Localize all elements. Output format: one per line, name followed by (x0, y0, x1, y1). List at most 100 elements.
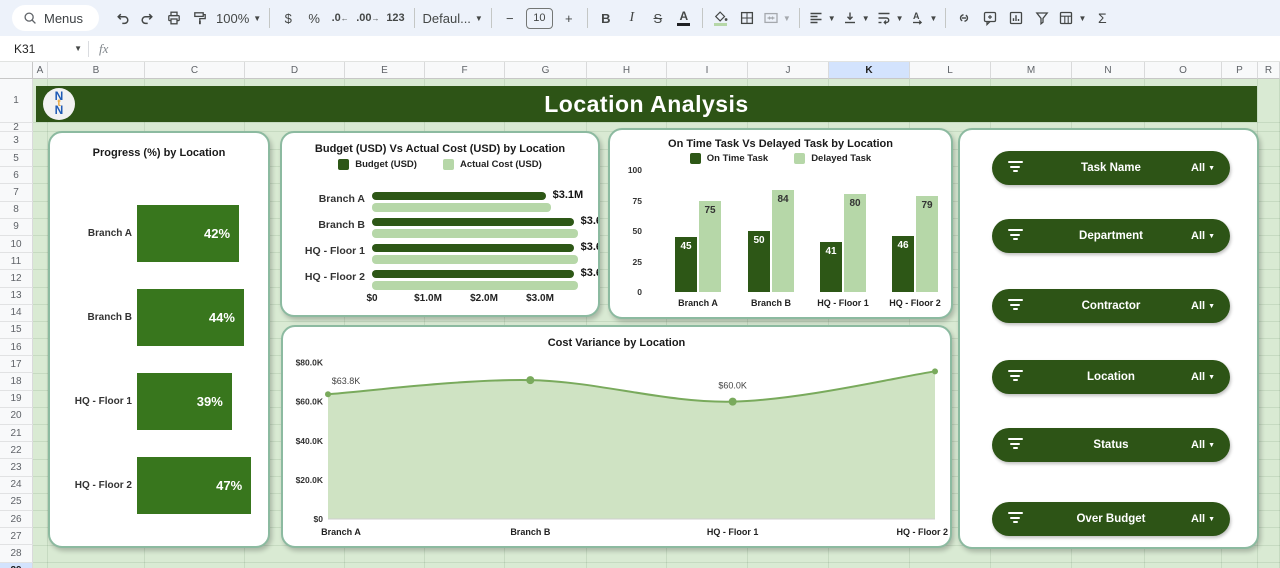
functions-button[interactable]: Σ (1089, 5, 1115, 31)
column-header-F[interactable]: F (425, 62, 505, 79)
filter-over-budget[interactable]: Over Budget All ▼ (992, 502, 1230, 536)
row-header-22[interactable]: 22 (0, 442, 33, 460)
filter-value-dropdown[interactable]: All ▼ (1191, 428, 1215, 462)
undo-button[interactable] (109, 5, 135, 31)
column-header-A[interactable]: A (33, 62, 48, 79)
text-rotation-button[interactable]: A ▼ (907, 5, 941, 31)
row-header-27[interactable]: 27 (0, 528, 33, 546)
progress-chart-card[interactable]: Progress (%) by Location Branch A 42% Bran… (48, 131, 270, 548)
bold-button[interactable]: B (593, 5, 619, 31)
filter-value-dropdown[interactable]: All ▼ (1191, 289, 1215, 323)
row-header-5[interactable]: 5 (0, 150, 33, 168)
column-header-E[interactable]: E (345, 62, 425, 79)
column-header-M[interactable]: M (991, 62, 1072, 79)
column-header-B[interactable]: B (48, 62, 145, 79)
row-header-18[interactable]: 18 (0, 373, 33, 391)
row-header-11[interactable]: 11 (0, 253, 33, 271)
filter-location[interactable]: Location All ▼ (992, 360, 1230, 394)
column-header-G[interactable]: G (505, 62, 587, 79)
column-header-K[interactable]: K (829, 62, 910, 79)
column-header-O[interactable]: O (1145, 62, 1222, 79)
paint-format-button[interactable] (187, 5, 213, 31)
font-selector[interactable]: Defaul... ▼ (420, 5, 486, 31)
insert-link-button[interactable] (951, 5, 977, 31)
select-all-corner[interactable] (0, 62, 33, 79)
row-header-6[interactable]: 6 (0, 167, 33, 185)
filter-value-dropdown[interactable]: All ▼ (1191, 151, 1215, 185)
column-header-C[interactable]: C (145, 62, 245, 79)
insert-chart-button[interactable] (1003, 5, 1029, 31)
currency-format-button[interactable]: $ (275, 5, 301, 31)
row-header-15[interactable]: 15 (0, 321, 33, 340)
row-header-19[interactable]: 19 (0, 390, 33, 408)
filter-task-name[interactable]: Task Name All ▼ (992, 151, 1230, 185)
filter-value-dropdown[interactable]: All ▼ (1191, 502, 1215, 536)
row-header-26[interactable]: 26 (0, 510, 33, 529)
decrease-font-size-button[interactable]: − (497, 5, 523, 31)
redo-button[interactable] (135, 5, 161, 31)
row-header-2[interactable]: 2 (0, 123, 33, 132)
font-size-input[interactable]: 10 (525, 7, 553, 29)
filter-contractor[interactable]: Contractor All ▼ (992, 289, 1230, 323)
row-header-21[interactable]: 21 (0, 425, 33, 443)
row-header-17[interactable]: 17 (0, 356, 33, 374)
row-header-20[interactable]: 20 (0, 407, 33, 425)
column-header-J[interactable]: J (748, 62, 829, 79)
borders-button[interactable] (734, 5, 760, 31)
increase-decimal-button[interactable]: .00→ (353, 5, 382, 31)
vertical-align-button[interactable]: ▼ (839, 5, 873, 31)
row-header-3[interactable]: 3 (0, 132, 33, 150)
tasks-chart-card[interactable]: On Time Task Vs Delayed Task by Location… (608, 128, 953, 319)
filter-value-dropdown[interactable]: All ▼ (1191, 219, 1215, 253)
table-tools-button[interactable]: ▼ (1055, 5, 1089, 31)
row-header-1[interactable]: 1 (0, 79, 33, 123)
insert-comment-button[interactable] (977, 5, 1003, 31)
row-header-8[interactable]: 8 (0, 201, 33, 219)
chevron-down-icon: ▼ (253, 13, 262, 23)
row-header-9[interactable]: 9 (0, 218, 33, 236)
percent-format-button[interactable]: % (301, 5, 327, 31)
svg-text:$0: $0 (314, 514, 324, 524)
fill-color-button[interactable] (708, 5, 734, 31)
filter-department[interactable]: Department All ▼ (992, 219, 1230, 253)
row-header-7[interactable]: 7 (0, 184, 33, 202)
svg-text:A: A (913, 11, 920, 21)
print-button[interactable] (161, 5, 187, 31)
zoom-control[interactable]: 100% ▼ (213, 5, 264, 31)
strikethrough-button[interactable]: S (645, 5, 671, 31)
more-formats-button[interactable]: 123 (383, 5, 409, 31)
row-header-25[interactable]: 25 (0, 493, 33, 511)
row-header-29[interactable]: 29 (0, 562, 33, 568)
row-header-12[interactable]: 12 (0, 270, 33, 288)
italic-button[interactable]: I (619, 5, 645, 31)
row-header-13[interactable]: 13 (0, 287, 33, 305)
column-header-P[interactable]: P (1222, 62, 1258, 79)
row-headers: 1 2 3 5 6 7 8 9 10 11 12 13 14 15 16 17 18 19 20 21 22 23 24 25… (0, 79, 33, 568)
create-filter-button[interactable] (1029, 5, 1055, 31)
column-header-D[interactable]: D (245, 62, 345, 79)
row-header-14[interactable]: 14 (0, 304, 33, 322)
column-header-R[interactable]: R (1258, 62, 1280, 79)
row-header-10[interactable]: 10 (0, 235, 33, 254)
decrease-decimal-button[interactable]: .0← (327, 5, 353, 31)
column-header-N[interactable]: N (1072, 62, 1145, 79)
text-color-button[interactable]: A (671, 5, 697, 31)
column-header-L[interactable]: L (910, 62, 991, 79)
column-header-H[interactable]: H (587, 62, 667, 79)
filter-status[interactable]: Status All ▼ (992, 428, 1230, 462)
horizontal-align-button[interactable]: ▼ (805, 5, 839, 31)
increase-font-size-button[interactable]: + (556, 5, 582, 31)
row-header-16[interactable]: 16 (0, 339, 33, 357)
budget-chart-card[interactable]: Budget (USD) Vs Actual Cost (USD) by Loc… (280, 131, 600, 317)
row-header-23[interactable]: 23 (0, 459, 33, 477)
text-wrap-button[interactable]: ▼ (873, 5, 907, 31)
legend-item-on-time-task: On Time Task (689, 153, 768, 164)
variance-chart-card[interactable]: Cost Variance by Location $0 $20.0K $40.0K… (281, 325, 952, 548)
name-box[interactable]: K31 ▼ (0, 36, 82, 61)
filter-value-dropdown[interactable]: All ▼ (1191, 360, 1215, 394)
row-header-28[interactable]: 28 (0, 545, 33, 563)
formula-bar-divider (88, 40, 89, 57)
column-header-I[interactable]: I (667, 62, 748, 79)
row-header-24[interactable]: 24 (0, 476, 33, 494)
menus-button[interactable]: Menus (12, 5, 100, 31)
